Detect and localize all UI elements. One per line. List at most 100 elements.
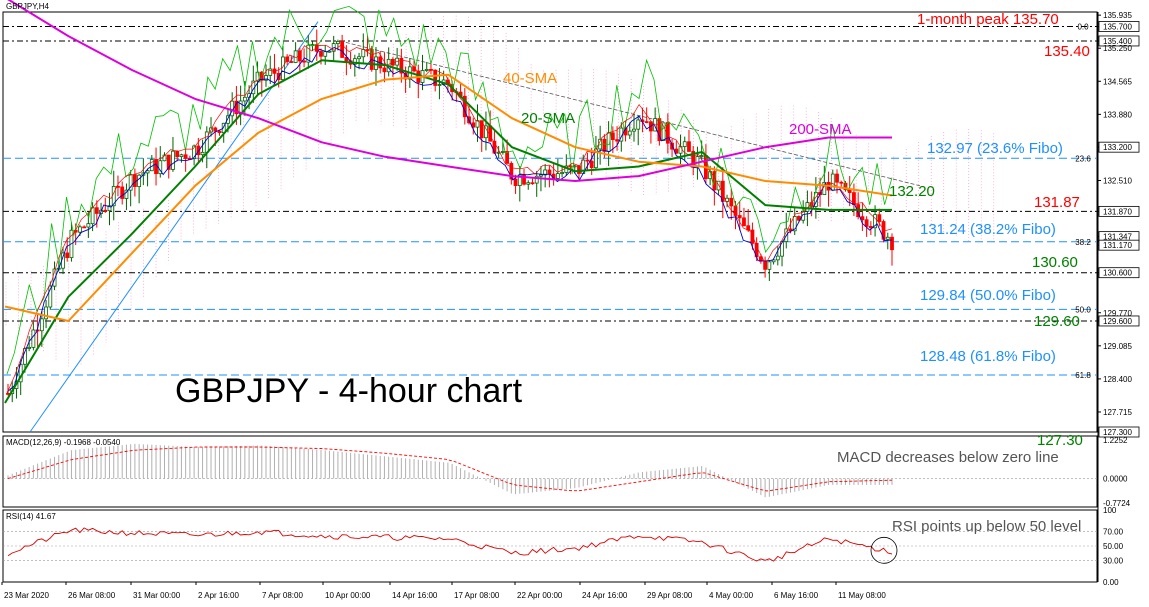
candle-body	[835, 173, 839, 183]
fibo-percent-tag: 0.0	[1077, 22, 1089, 31]
rsi-tick-label: 100	[1103, 506, 1117, 515]
candle-body	[775, 255, 780, 261]
annotation-sma20: 20-SMA	[521, 110, 575, 127]
price-tick-label: 131.870	[1103, 207, 1132, 216]
candle-body	[830, 173, 835, 191]
candle-body	[513, 178, 518, 186]
rsi-tick-label: 30.00	[1103, 556, 1124, 565]
annotation-fibo236: 132.97 (23.6% Fibo)	[927, 140, 1063, 157]
candle-body	[365, 49, 370, 51]
price-tick-label: 129.600	[1103, 317, 1132, 326]
candle-body	[687, 141, 691, 152]
kijun-line	[6, 44, 893, 394]
time-tick-label: 14 Apr 16:00	[392, 591, 438, 600]
candle-body	[530, 182, 535, 185]
rsi-tick-label: 0.00	[1103, 578, 1119, 587]
candle-body	[627, 130, 632, 136]
tenkan-line	[6, 46, 893, 393]
candle-body	[437, 84, 442, 86]
candle-body	[183, 154, 188, 159]
candle-body	[839, 181, 844, 184]
price-tick-label: 135.700	[1103, 22, 1132, 31]
annotation-sma40: 40-SMA	[503, 70, 557, 87]
annotation-macd: MACD decreases below zero line	[837, 449, 1059, 466]
candle-body	[382, 67, 387, 73]
candle-body	[82, 226, 87, 229]
candle-body	[661, 122, 666, 142]
candle-body	[390, 58, 395, 66]
candle-body	[319, 50, 323, 57]
price-tick-label: 132.510	[1103, 176, 1132, 185]
candle-body	[204, 131, 209, 153]
candle-body	[357, 56, 361, 60]
candle-body	[636, 119, 641, 130]
candle-body	[103, 209, 108, 212]
candle-body	[737, 215, 742, 219]
rsi-tick-label: 70.00	[1103, 528, 1124, 537]
candle-body	[868, 226, 873, 229]
candle-body	[120, 186, 125, 199]
candle-body	[860, 216, 865, 221]
candle-body	[213, 127, 218, 132]
annotation-s1: 130.60	[1032, 254, 1078, 271]
candle-body	[175, 150, 180, 157]
sma20-line	[4, 59, 892, 404]
candle-body	[682, 141, 687, 147]
candle-body	[864, 219, 869, 227]
candle-body	[610, 132, 615, 141]
sma40-line	[4, 73, 893, 322]
rsi-title: RSI(14) 41.67	[6, 512, 56, 521]
macd-panel-frame	[2, 435, 1098, 508]
time-tick-label: 26 Mar 08:00	[68, 591, 116, 600]
candle-body	[39, 318, 44, 332]
chart-canvas[interactable]: MACD(12,26,9) -0.1968 -0.0540 1.22520.000…	[0, 0, 1149, 607]
candle-body	[505, 151, 510, 164]
price-tick-label: 135.935	[1103, 11, 1132, 20]
time-tick-label: 2 Apr 16:00	[198, 591, 239, 600]
candle-body	[200, 151, 205, 156]
annotation-sma200: 200-SMA	[789, 121, 852, 138]
annotation-r1: 135.40	[1044, 43, 1090, 60]
annotation-s3: 127.30	[1037, 432, 1083, 449]
macd-title: MACD(12,26,9) -0.1968 -0.0540	[6, 438, 121, 447]
candle-body	[302, 60, 306, 63]
candle-body	[602, 138, 607, 152]
candle-body	[615, 139, 619, 142]
candle-body	[323, 51, 328, 57]
candle-body	[289, 61, 294, 63]
time-tick-label: 4 May 00:00	[709, 591, 754, 600]
candle-body	[877, 214, 882, 222]
candle-body	[572, 165, 577, 168]
candle-body	[27, 346, 32, 349]
time-tick-label: 17 Apr 08:00	[454, 591, 500, 600]
candle-body	[890, 236, 894, 251]
candle-body	[179, 154, 184, 157]
annotation-fibo382: 131.24 (38.2% Fibo)	[920, 221, 1056, 238]
candle-body	[86, 223, 91, 228]
price-tick-label: 128.400	[1103, 375, 1132, 384]
candle-body	[149, 159, 154, 172]
candle-body	[729, 197, 734, 207]
time-tick-label: 31 Mar 00:00	[133, 591, 181, 600]
fibo-percent-tag: 38.2	[1075, 238, 1091, 247]
candle-body	[336, 41, 340, 44]
candle-body	[742, 217, 746, 227]
annotation-peak: 1-month peak 135.70	[917, 11, 1059, 28]
candle-body	[585, 159, 590, 162]
price-tick-label: 133.200	[1103, 143, 1132, 152]
candle-body	[94, 207, 99, 214]
time-tick-label: 10 Apr 00:00	[325, 591, 371, 600]
candle-body	[750, 229, 755, 244]
candle-body	[132, 174, 137, 187]
price-tick-label: 130.600	[1103, 269, 1132, 278]
candle-body	[424, 68, 429, 71]
candle-body	[539, 174, 543, 177]
candle-body	[340, 41, 345, 58]
time-tick-label: 22 Apr 00:00	[517, 591, 563, 600]
price-tick-label: 133.880	[1103, 110, 1132, 119]
chikou-span-line	[6, 5, 893, 375]
annotation-fibo50: 129.84 (50.0% Fibo)	[920, 287, 1056, 304]
candle-body	[632, 128, 636, 132]
candle-body	[361, 49, 366, 58]
candle-body	[577, 165, 581, 174]
